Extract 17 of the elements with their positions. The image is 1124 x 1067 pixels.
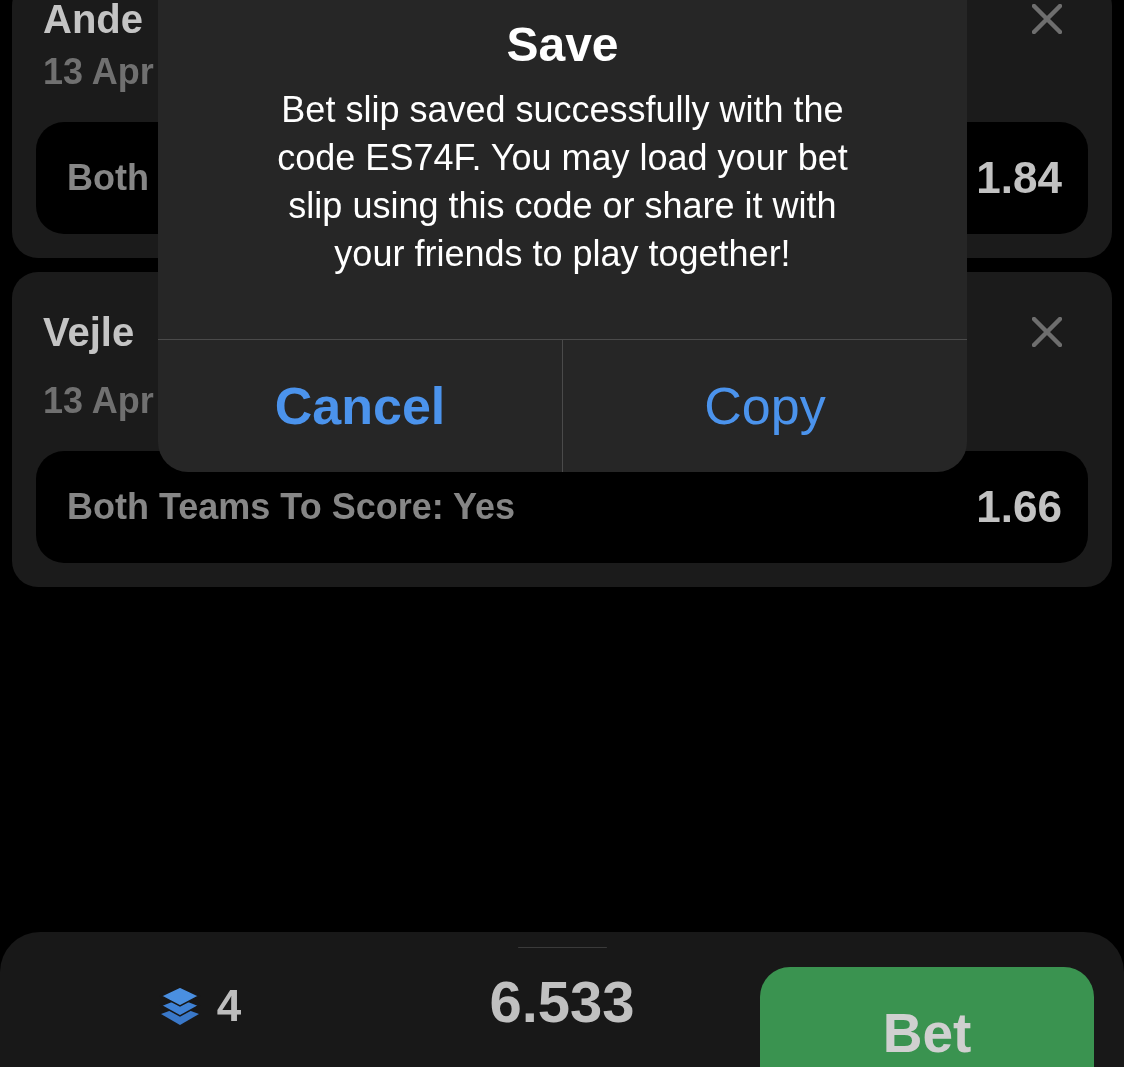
alert-message: Bet slip saved successfully with the code ES74F. You may load your bet slip using this code or share it with your friends to play together!: [276, 88, 849, 276]
close-icon[interactable]: [1032, 317, 1062, 347]
market-label: Both Teams To Score: Yes: [67, 486, 516, 528]
total-odds: 6.533: [488, 971, 636, 1033]
alert-title: Save: [506, 18, 619, 72]
market-label: Both: [67, 157, 149, 199]
close-icon[interactable]: [1032, 4, 1062, 34]
layers-icon: [158, 985, 201, 1027]
match-date: 13 Apr: [42, 52, 154, 92]
copy-button[interactable]: Copy: [562, 340, 967, 472]
sheet-handle[interactable]: [517, 947, 607, 948]
bet-button[interactable]: Bet: [760, 967, 1094, 1067]
match-date: 13 Apr: [42, 381, 154, 421]
odds-value: 1.66: [976, 482, 1062, 532]
match-title: Ande: [43, 0, 143, 38]
odds-value: 1.84: [976, 153, 1062, 203]
events-count: 4: [216, 983, 242, 1029]
